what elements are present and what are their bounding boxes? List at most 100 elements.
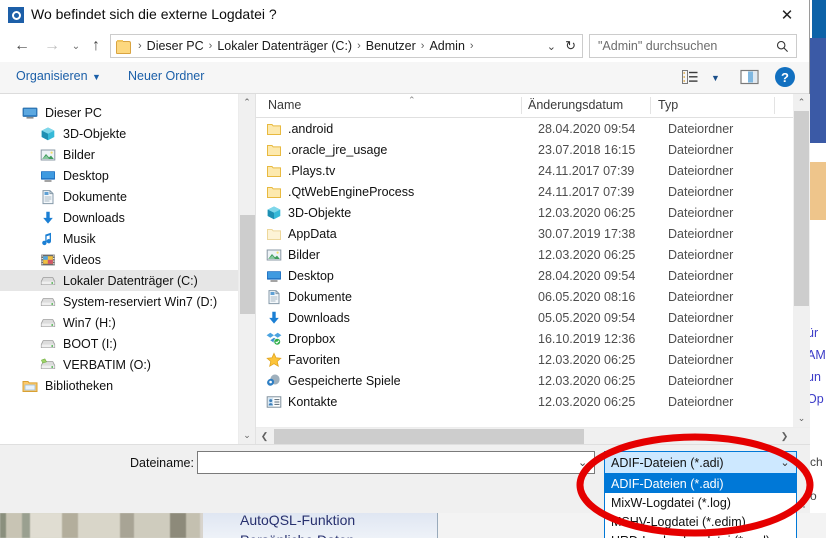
- column-header-date[interactable]: Änderungsdatum: [528, 98, 623, 112]
- file-row[interactable]: 3D-Objekte 12.03.2020 06:25 Dateiordner: [256, 202, 810, 223]
- file-name-cell: Kontakte: [288, 394, 338, 409]
- sidebar-item-verbatim-o[interactable]: VERBATIM (O:): [0, 354, 255, 375]
- nav-scroll-thumb[interactable]: [240, 215, 255, 314]
- breadcrumb-item-0[interactable]: Dieser PC: [146, 39, 205, 53]
- close-button[interactable]: ✕: [765, 0, 809, 30]
- drive-icon: [40, 315, 56, 331]
- file-type-cell: Dateiordner: [668, 268, 734, 283]
- filename-dropdown-icon[interactable]: ⌄: [578, 456, 587, 469]
- file-row[interactable]: Kontakte 12.03.2020 06:25 Dateiordner: [256, 391, 810, 412]
- file-scroll-down-button[interactable]: ⌄: [793, 410, 810, 427]
- file-row[interactable]: Desktop 28.04.2020 09:54 Dateiordner: [256, 265, 810, 286]
- sidebar-item-dieser-pc[interactable]: Dieser PC: [0, 102, 255, 123]
- music-note-icon: [40, 231, 56, 247]
- file-row[interactable]: Gespeicherte Spiele 12.03.2020 06:25 Datei…: [256, 370, 810, 391]
- new-folder-button[interactable]: Neuer Ordner: [128, 69, 204, 83]
- organize-caret-icon[interactable]: ▼: [92, 72, 101, 82]
- chevron-down-icon[interactable]: ⌄: [547, 40, 556, 53]
- file-row[interactable]: Dokumente 06.05.2020 08:16 Dateiordner: [256, 286, 810, 307]
- breadcrumb-item-1[interactable]: Lokaler Datenträger (C:): [216, 39, 353, 53]
- hscroll-left-button[interactable]: ❮: [256, 428, 273, 444]
- breadcrumb-item-2[interactable]: Benutzer: [365, 39, 417, 53]
- sidebar-item-label: Win7 (H:): [63, 315, 116, 330]
- sidebar-item-musik[interactable]: Musik: [0, 228, 255, 249]
- change-view-icon[interactable]: [681, 68, 699, 86]
- file-row[interactable]: Downloads 05.05.2020 09:54 Dateiordner: [256, 307, 810, 328]
- sidebar-item-dokumente[interactable]: Dokumente: [0, 186, 255, 207]
- sidebar-item-boot-i[interactable]: BOOT (I:): [0, 333, 255, 354]
- filetype-option[interactable]: HRD-Logbackupdatei (*.xml): [605, 531, 796, 538]
- file-row[interactable]: .android 28.04.2020 09:54 Dateiordner: [256, 118, 810, 139]
- file-row[interactable]: .Plays.tv 24.11.2017 07:39 Dateiordner: [256, 160, 810, 181]
- up-icon[interactable]: ↑: [84, 34, 108, 58]
- folder-icon: [116, 40, 131, 54]
- navigation-scrollbar[interactable]: ⌃ ⌄: [238, 94, 255, 444]
- forward-icon[interactable]: →: [40, 34, 64, 58]
- search-input[interactable]: "Admin" durchsuchen: [590, 39, 776, 53]
- file-row[interactable]: Bilder 12.03.2020 06:25 Dateiordner: [256, 244, 810, 265]
- dropbox-icon: [266, 331, 282, 347]
- file-row[interactable]: Dropbox 16.10.2019 12:36 Dateiordner: [256, 328, 810, 349]
- breadcrumb-item-3[interactable]: Admin: [428, 39, 465, 53]
- file-type-cell: Dateiordner: [668, 310, 734, 325]
- file-list-vertical-scrollbar[interactable]: ⌃ ⌄: [793, 94, 810, 427]
- search-icon: [776, 40, 796, 53]
- file-open-dialog: Wo befindet sich die externe Logdatei ? …: [0, 0, 810, 538]
- hscroll-right-button[interactable]: ❯: [776, 428, 793, 444]
- resize-grip[interactable]: [797, 500, 807, 510]
- file-row[interactable]: AppData 30.07.2019 17:38 Dateiordner: [256, 223, 810, 244]
- refresh-icon[interactable]: ↻: [565, 38, 576, 54]
- sidebar-item-bilder[interactable]: Bilder: [0, 144, 255, 165]
- file-date-cell: 12.03.2020 06:25: [538, 247, 636, 262]
- folder-icon: [266, 184, 282, 200]
- filename-field[interactable]: [197, 451, 595, 474]
- nav-scroll-up-button[interactable]: ⌃: [239, 94, 255, 111]
- sidebar-item-desktop[interactable]: Desktop: [0, 165, 255, 186]
- picture-icon: [40, 147, 56, 163]
- file-scroll-up-button[interactable]: ⌃: [793, 94, 810, 111]
- hscroll-thumb[interactable]: [274, 429, 584, 444]
- file-row[interactable]: .oracle_jre_usage 23.07.2018 16:15 Dateior…: [256, 139, 810, 160]
- search-box[interactable]: "Admin" durchsuchen: [589, 34, 797, 58]
- sidebar-item-3d-objekte[interactable]: 3D-Objekte: [0, 123, 255, 144]
- library-folder-icon: [22, 378, 38, 394]
- file-row[interactable]: Favoriten 12.03.2020 06:25 Dateiordner: [256, 349, 810, 370]
- desktop-icon: [266, 268, 282, 284]
- column-header-name[interactable]: Name ⌃: [268, 95, 416, 112]
- file-type-cell: Dateiordner: [668, 373, 734, 388]
- sidebar-item-label: BOOT (I:): [63, 336, 117, 351]
- help-icon[interactable]: ?: [775, 67, 795, 87]
- saved-games-icon: [266, 373, 282, 389]
- breadcrumb-separator-0: ›: [138, 40, 142, 52]
- filetype-chevron-down-icon[interactable]: ⌄: [774, 456, 796, 469]
- dialog-bottom-bar: Dateiname: ⌄ ADIF-Dateien (*.adi) ⌄ ADIF…: [0, 444, 810, 538]
- filetype-option[interactable]: MSHV-Logdatei (*.edim): [605, 512, 796, 531]
- file-list-horizontal-scrollbar[interactable]: ❮ ❯: [256, 427, 810, 444]
- address-bar[interactable]: › Dieser PC › Lokaler Datenträger (C:) ›…: [110, 34, 583, 58]
- file-scroll-thumb[interactable]: [794, 111, 809, 306]
- filetype-combobox[interactable]: ADIF-Dateien (*.adi) ⌄: [604, 451, 797, 474]
- preview-pane-icon[interactable]: [740, 68, 760, 86]
- drive-icon: [40, 273, 56, 289]
- column-header-type[interactable]: Typ: [658, 98, 678, 112]
- file-type-cell: Dateiordner: [668, 289, 734, 304]
- dialog-title-bar: Wo befindet sich die externe Logdatei ? …: [0, 0, 809, 30]
- file-row[interactable]: .QtWebEngineProcess 24.11.2017 07:39 Datei…: [256, 181, 810, 202]
- organize-button[interactable]: Organisieren: [16, 69, 88, 83]
- sidebar-item-win7-h[interactable]: Win7 (H:): [0, 312, 255, 333]
- view-caret-icon[interactable]: ▼: [711, 73, 720, 83]
- sidebar-item-bibliotheken[interactable]: Bibliotheken: [0, 375, 255, 396]
- sidebar-item-lokaler-datentr-ger-c[interactable]: Lokaler Datenträger (C:): [0, 270, 255, 291]
- sidebar-item-system-reserviert-win7-d[interactable]: System-reserviert Win7 (D:): [0, 291, 255, 312]
- file-date-cell: 16.10.2019 12:36: [538, 331, 636, 346]
- filename-input[interactable]: [198, 452, 594, 473]
- back-icon[interactable]: ←: [10, 34, 34, 58]
- sidebar-item-videos[interactable]: Videos: [0, 249, 255, 270]
- filetype-option[interactable]: MixW-Logdatei (*.log): [605, 493, 796, 512]
- nav-scroll-down-button[interactable]: ⌄: [239, 427, 255, 444]
- folder-icon: [266, 142, 282, 158]
- sidebar-item-downloads[interactable]: Downloads: [0, 207, 255, 228]
- file-date-cell: 12.03.2020 06:25: [538, 373, 636, 388]
- sidebar-item-label: Dieser PC: [45, 105, 102, 120]
- filetype-option[interactable]: ADIF-Dateien (*.adi): [605, 474, 796, 493]
